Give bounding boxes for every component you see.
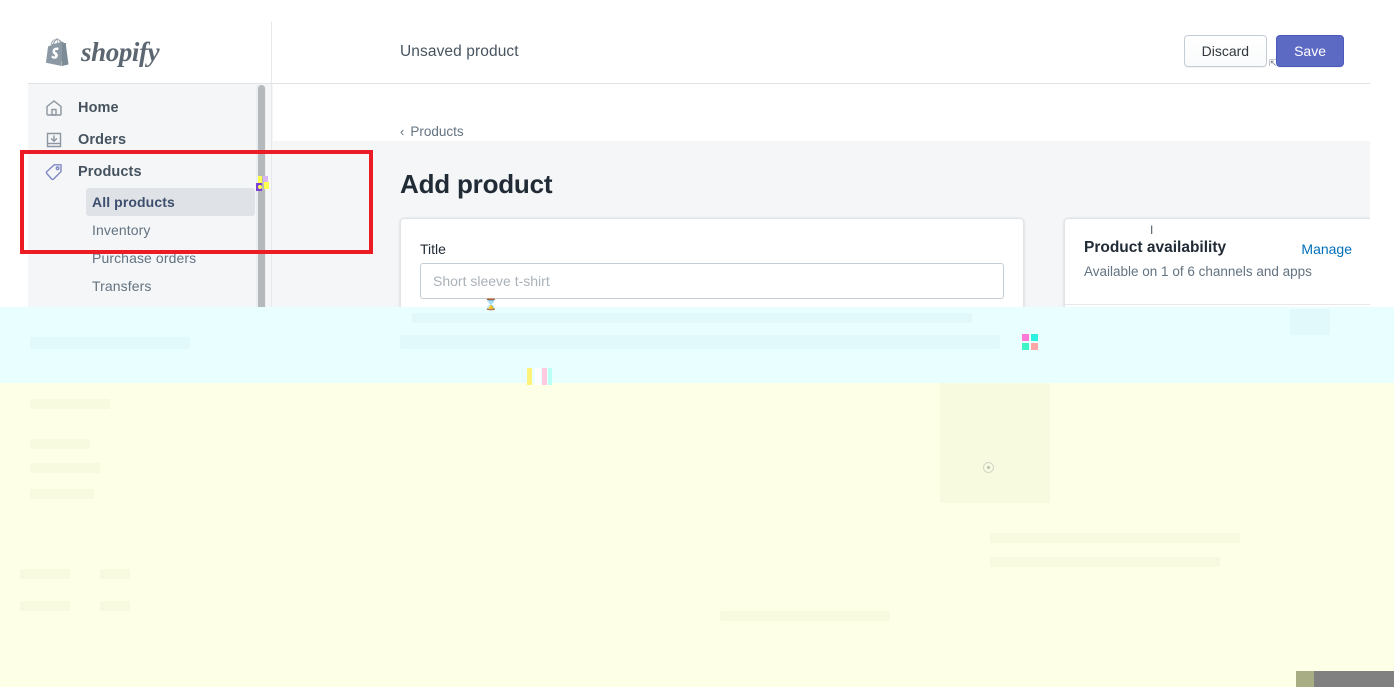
mouse-cursor-artifact [256, 176, 270, 194]
discard-button[interactable]: Discard [1183, 35, 1268, 67]
resize-cursor-artifact: ⇱ [1269, 58, 1277, 68]
title-input[interactable] [420, 263, 1004, 299]
sidebar-item-label: Products [78, 164, 142, 180]
main-content: ‹ Products Add product Title Description… [273, 84, 1370, 582]
brand-name: shopify [81, 37, 160, 67]
text-cursor-artifact: ⌛ [484, 299, 498, 311]
top-bar: shopify Unsaved product Discard Save [28, 22, 1370, 84]
sidebar-item-label: Home [78, 100, 119, 116]
ibeam-cursor-artifact: I [1150, 223, 1154, 237]
sidebar-subitem-collections[interactable]: Collections [86, 300, 255, 328]
pointer-cursor-artifact [983, 462, 994, 473]
sidebar-subitem-label: Inventory [92, 222, 151, 238]
sidebar-subitem-purchase-orders[interactable]: Purchase orders [86, 244, 255, 272]
sidebar-item-products[interactable]: Products [28, 156, 271, 188]
gray-dither-artifact [1296, 671, 1314, 687]
color-artifact [535, 368, 541, 385]
windows-logo-artifact [1022, 334, 1040, 352]
sidebar-subitem-all-products[interactable]: All products [86, 188, 255, 216]
availability-subtext: Available on 1 of 6 channels and apps [1084, 264, 1312, 279]
sidebar-item-home[interactable]: Home [28, 92, 271, 124]
sidebar-nav: Home Orders Products All products Invent… [28, 84, 272, 582]
home-icon [46, 100, 62, 116]
orders-inbox-icon [46, 132, 62, 148]
shopify-bag-icon [46, 38, 69, 66]
sidebar-subitem-label: Purchase orders [92, 250, 197, 266]
sidebar-subitem-label: Transfers [92, 278, 152, 294]
sidebar-subitem-label: Collections [92, 306, 162, 322]
document-title: Unsaved product [400, 43, 519, 60]
sidebar-item-label: Orders [78, 132, 127, 148]
product-availability-card: Product availability Manage Available on… [1064, 218, 1370, 388]
top-bar-actions: Discard Save [1183, 35, 1344, 67]
color-artifact [527, 368, 532, 385]
save-button[interactable]: Save [1276, 35, 1344, 67]
sidebar-item-orders[interactable]: Orders [28, 124, 271, 156]
screen-root: shopify Unsaved product Discard Save Hom… [0, 0, 1394, 687]
chevron-left-icon: ‹ [400, 124, 405, 139]
manage-link[interactable]: Manage [1301, 241, 1352, 257]
sidebar-subitem-transfers[interactable]: Transfers [86, 272, 255, 300]
card-divider [1065, 304, 1370, 305]
availability-heading: Product availability [1084, 239, 1227, 256]
sidebar-subitem-label: All products [92, 194, 175, 210]
sidebar-subitem-inventory[interactable]: Inventory [86, 216, 255, 244]
brand-logo-area[interactable]: shopify [28, 22, 272, 83]
breadcrumb[interactable]: ‹ Products [400, 124, 464, 139]
title-field-label: Title [420, 241, 446, 257]
shopify-admin-window: shopify Unsaved product Discard Save Hom… [28, 22, 1370, 582]
color-artifact [542, 368, 547, 385]
products-tag-icon [45, 164, 62, 181]
page-title: Add product [400, 169, 553, 199]
breadcrumb-label: Products [410, 124, 464, 139]
sidebar-scrollbar-thumb[interactable] [258, 85, 265, 385]
description-field-label: Description [420, 318, 491, 334]
color-artifact [548, 368, 552, 385]
